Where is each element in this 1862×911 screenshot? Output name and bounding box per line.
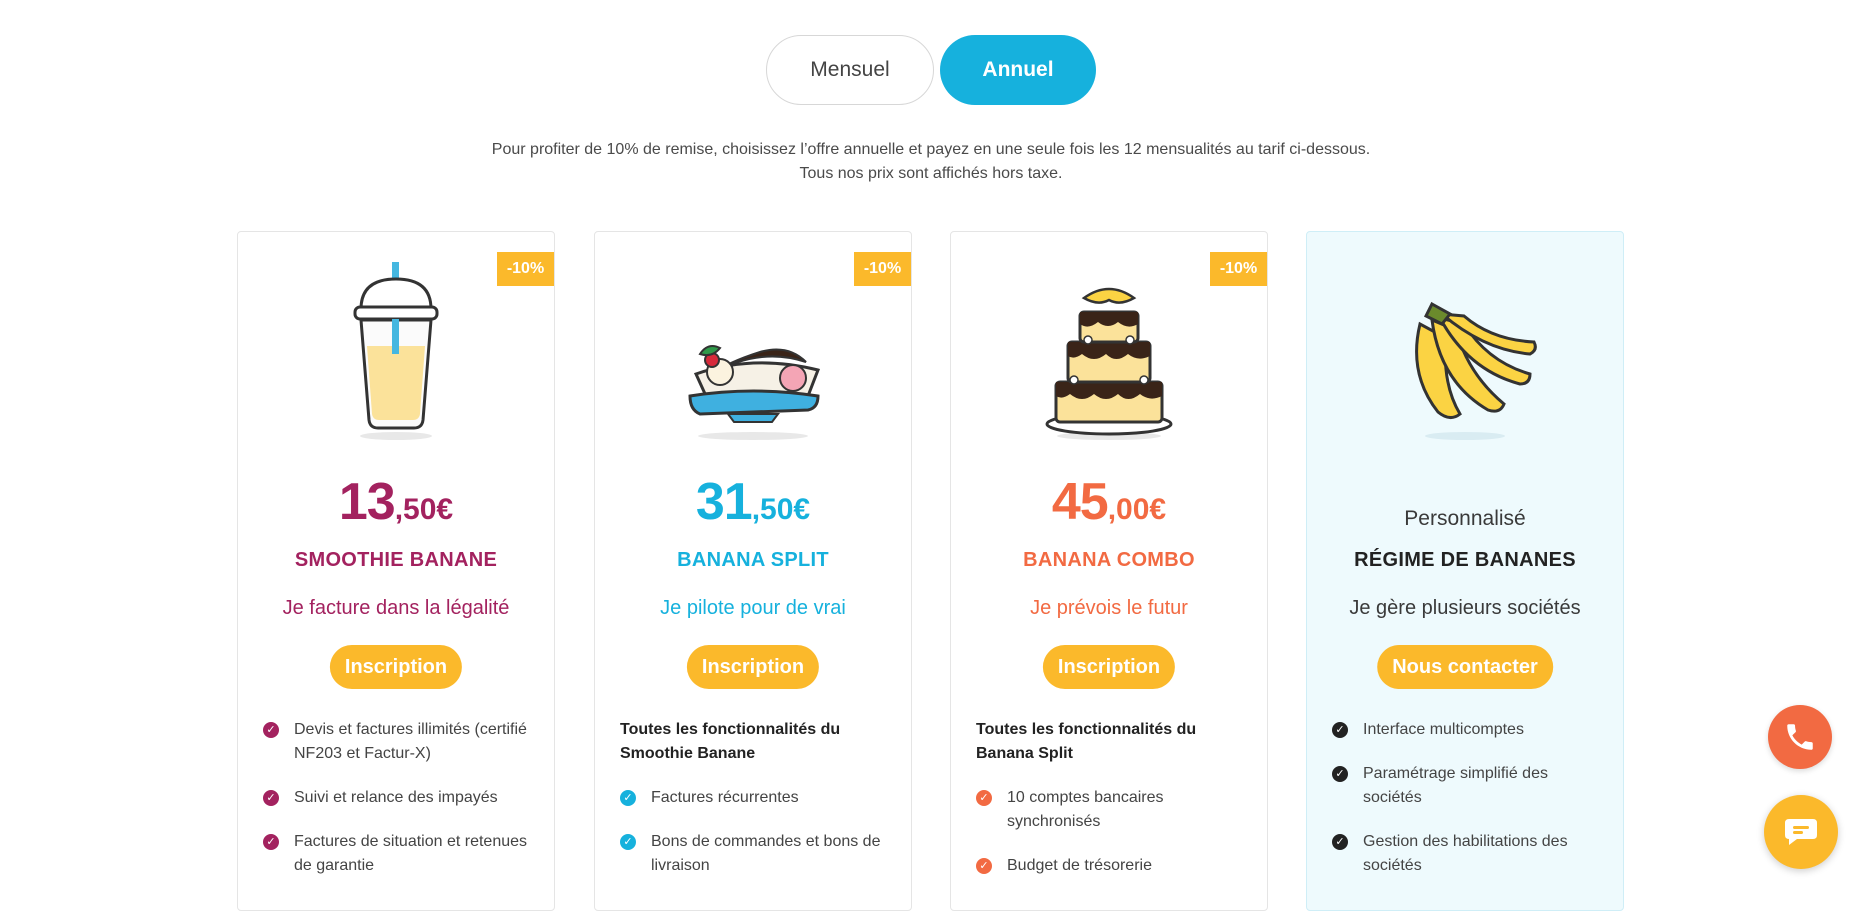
feature-list: ✓ 10 comptes bancaires synchronisés ✓ Budg… [976, 786, 1247, 898]
plan-tagline: Je facture dans la légalité [282, 597, 510, 619]
plan-name: BANANA COMBO [1023, 549, 1195, 571]
check-icon: ✓ [620, 834, 636, 850]
plan-card-regime-de-bananes: Personnalisé RÉGIME DE BANANES Je gère p… [1306, 231, 1624, 911]
feature-text: Interface multicomptes [1363, 721, 1524, 738]
banana-bunch-illustration [1415, 301, 1537, 440]
feature-item: ✓ 10 comptes bancaires synchronisés [976, 786, 1247, 834]
chat-icon [1785, 819, 1817, 845]
plan-card-smoothie-banane: -10% 13,50€ SMOOTHIE BANANE Je facture d… [237, 231, 555, 911]
plan-pretitle: Personnalisé [1404, 507, 1526, 530]
discount-badge: -10% [854, 252, 911, 286]
feature-text: Devis et factures illimités (certifié NF… [294, 721, 527, 762]
feature-list: ✓ Interface multicomptes ✓ Paramétrage sim… [1332, 718, 1603, 898]
plan-tagline: Je prévois le futur [1030, 597, 1188, 619]
tax-notice-text: Tous nos prix sont affichés hors taxe. [799, 165, 1063, 182]
check-icon: ✓ [976, 858, 992, 874]
signup-button[interactable]: Inscription [686, 645, 820, 689]
feature-text: Bons de commandes et bons de livraison [651, 833, 881, 874]
smoothie-cup-illustration [353, 262, 439, 440]
feature-item: ✓ Suivi et relance des impayés [263, 786, 534, 810]
discount-badge: -10% [497, 252, 554, 286]
check-icon: ✓ [1332, 834, 1348, 850]
features-heading: Toutes les fonctionnalités du Smoothie B… [620, 721, 841, 762]
plan-name: RÉGIME DE BANANES [1354, 549, 1576, 571]
feature-text: Factures de situation et retenues de gar… [294, 833, 528, 874]
feature-text: 10 comptes bancaires synchronisés [1007, 789, 1164, 830]
price-integer: 31 [695, 473, 753, 531]
feature-item: ✓ Bons de commandes et bons de livraison [620, 830, 891, 878]
plan-card-banana-combo: -10% 45,00€ BANANA COMBO Je prévois le f… [950, 231, 1268, 911]
feature-item: ✓ Gestion des habilitations des sociétés [1332, 830, 1603, 878]
feature-list: ✓ Devis et factures illimités (certifié N… [263, 718, 534, 898]
price-integer: 13 [338, 473, 396, 531]
check-icon: ✓ [620, 790, 636, 806]
check-icon: ✓ [263, 722, 279, 738]
feature-text: Gestion des habilitations des sociétés [1363, 833, 1568, 874]
price-decimal: ,50€ [751, 493, 811, 526]
discount-badge: -10% [1210, 252, 1267, 286]
pricing-notice: Pour profiter de 10% de remise, choisiss… [0, 138, 1862, 186]
layer-cake-illustration [1045, 287, 1173, 440]
signup-button[interactable]: Inscription [329, 645, 463, 689]
plan-card-banana-split: -10% 31,50€ BANANA SPLIT Je pilote pour … [594, 231, 912, 911]
feature-item: ✓ Paramétrage simplifié des sociétés [1332, 762, 1603, 810]
feature-item: ✓ Factures de situation et retenues de ga… [263, 830, 534, 878]
feature-text: Budget de trésorerie [1007, 857, 1152, 874]
price-decimal: ,00€ [1107, 493, 1167, 526]
plan-price: 13,50€ [238, 472, 554, 532]
monthly-toggle-button[interactable]: Mensuel [766, 35, 934, 105]
billing-period-toggle: Mensuel Annuel [766, 35, 1096, 105]
phone-icon [1787, 724, 1813, 750]
feature-text: Suivi et relance des impayés [294, 789, 498, 806]
price-integer: 45 [1051, 473, 1109, 531]
annual-toggle-button[interactable]: Annuel [940, 35, 1096, 105]
feature-text: Factures récurrentes [651, 789, 799, 806]
plan-name: BANANA SPLIT [677, 549, 829, 571]
check-icon: ✓ [976, 790, 992, 806]
price-decimal: ,50€ [394, 493, 454, 526]
feature-item: ✓ Devis et factures illimités (certifié N… [263, 718, 534, 766]
check-icon: ✓ [263, 834, 279, 850]
plan-price: 31,50€ [595, 472, 911, 532]
check-icon: ✓ [1332, 722, 1348, 738]
feature-text: Paramétrage simplifié des sociétés [1363, 765, 1548, 806]
check-icon: ✓ [263, 790, 279, 806]
feature-item: ✓ Budget de trésorerie [976, 854, 1247, 878]
contact-button[interactable]: Nous contacter [1377, 645, 1553, 689]
plan-name: SMOOTHIE BANANE [294, 549, 498, 571]
plan-price: 45,00€ [951, 472, 1267, 532]
call-button[interactable] [1768, 705, 1832, 769]
feature-item: ✓ Factures récurrentes [620, 786, 891, 810]
signup-button[interactable]: Inscription [1042, 645, 1176, 689]
check-icon: ✓ [1332, 766, 1348, 782]
banana-split-illustration [688, 345, 821, 440]
feature-list: ✓ Factures récurrentes ✓ Bons de commandes… [620, 786, 891, 898]
feature-item: ✓ Interface multicomptes [1332, 718, 1603, 742]
plan-tagline: Je gère plusieurs sociétés [1349, 597, 1581, 619]
discount-notice-text: Pour profiter de 10% de remise, choisiss… [491, 141, 1371, 158]
plan-tagline: Je pilote pour de vrai [660, 597, 846, 619]
features-heading: Toutes les fonctionnalités du Banana Spl… [976, 721, 1197, 762]
chat-button[interactable] [1764, 795, 1838, 869]
